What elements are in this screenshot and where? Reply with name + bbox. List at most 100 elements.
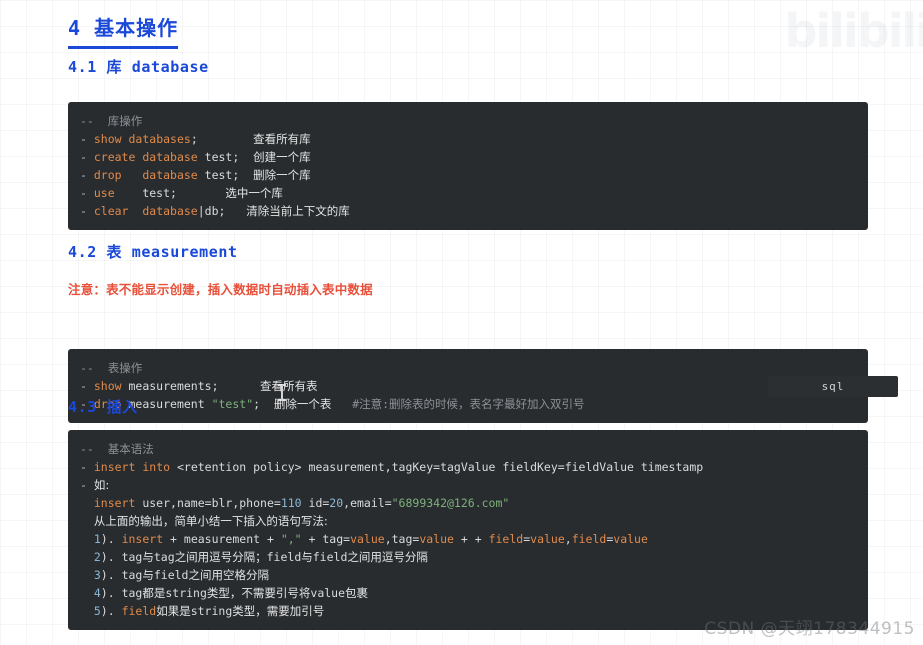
code-token-kw: field xyxy=(571,532,607,546)
code-token-kw: create xyxy=(93,150,136,164)
code-token-str: "6899342@126.com" xyxy=(391,496,510,510)
code-token-kw: field xyxy=(121,604,157,618)
code-line: 5). field如果是string类型，需要加引号 xyxy=(68,602,868,620)
code-token-han: 之间用逗号分隔 xyxy=(347,550,428,564)
code-token-idx: 3 xyxy=(93,568,101,582)
code-token-plain: ). tag xyxy=(100,568,143,582)
code-line: 1). insert + measurement + "," + tag=val… xyxy=(68,530,868,548)
code-token-dash: - xyxy=(80,204,94,218)
code-token-han: 查看所有表 xyxy=(260,379,318,393)
code-token-kw: insert xyxy=(93,496,136,510)
code-token-han: 类型，不需要引号将 xyxy=(206,586,311,600)
page-title-wrapper: 4 基本操作 xyxy=(68,0,868,49)
code-token-plain: test; xyxy=(197,168,254,182)
code-token-plain: + measurement + xyxy=(163,532,281,546)
code-line: 2). tag与tag之间用逗号分隔；field与field之间用逗号分隔 xyxy=(68,548,868,566)
code-token-han: 创建一个库 xyxy=(253,150,311,164)
code-token-cmt: -- 库操作 xyxy=(80,114,143,128)
code-token-kw: value xyxy=(530,532,565,546)
code-token-plain: test; xyxy=(197,150,254,164)
code-line: - show databases; 查看所有库 xyxy=(68,130,868,148)
code-token-plain: + + xyxy=(453,532,489,546)
code-token-plain: ,email= xyxy=(343,496,392,510)
code-line: - drop database test; 删除一个库 xyxy=(68,166,868,184)
code-token-plain: ). tag xyxy=(100,550,143,564)
code-token-plain: measurements; xyxy=(121,379,261,393)
code-token-han: 与 xyxy=(142,550,154,564)
code-token-kw: show xyxy=(93,132,122,146)
code-token-num: 20 xyxy=(329,496,344,510)
code-token-plain: |db; xyxy=(197,204,247,218)
sql-language-tag[interactable]: sql xyxy=(768,376,898,397)
page-title: 4 基本操作 xyxy=(68,0,179,49)
code-token-dash: - xyxy=(80,478,94,492)
code-token-plain: + tag= xyxy=(301,532,351,546)
code-token-han: 如: xyxy=(93,478,110,492)
code-line: insert user,name=blr,phone=110 id=20,ema… xyxy=(68,494,868,512)
code-line: -- 基本语法 xyxy=(68,440,868,458)
code-line: -- 库操作 xyxy=(68,112,868,130)
code-token-plain: value xyxy=(310,586,346,600)
code-token-dash: - xyxy=(80,460,94,474)
code-line: - show measurements; 查看所有表 xyxy=(68,377,868,395)
section-4.1: 4.1 库 database -- 库操作 - show databases; 查看… xyxy=(68,56,868,230)
code-token-plain: field xyxy=(266,550,302,564)
code-line: 从上面的输出，简单小结一下插入的语句写法: xyxy=(68,512,868,530)
code-token-idx: 1 xyxy=(93,532,101,546)
code-token-plain: ; xyxy=(190,132,254,146)
code-line: - create database test; 创建一个库 xyxy=(68,148,868,166)
code-token-kw: value xyxy=(613,532,648,546)
code-token-plain: tag xyxy=(153,550,175,564)
code-token-kw: value xyxy=(350,532,385,546)
code-token-dash: - xyxy=(80,150,94,164)
code-line: 4). tag都是string类型，不需要引号将value包裹 xyxy=(68,584,868,602)
code-token-kw: into xyxy=(142,460,171,474)
code-block-4.3[interactable]: -- 基本语法 - insert into <retention policy> … xyxy=(68,430,868,630)
code-token-han: 查看所有库 xyxy=(253,132,311,146)
code-token-han: 从上面的输出，简单小结一下插入的语句写法: xyxy=(93,514,328,528)
code-token-plain: id= xyxy=(301,496,330,510)
code-token-kw: use xyxy=(93,186,115,200)
code-token-han: 选中一个库 xyxy=(225,186,283,200)
code-line: - use test; 选中一个库 xyxy=(68,184,868,202)
section-4.3: 4.3 插入 -- 基本语法 - insert into <retention po… xyxy=(68,396,868,630)
document-content: 4 基本操作 4.1 库 database -- 库操作 - show databa… xyxy=(68,0,868,630)
code-token-plain: string xyxy=(190,604,233,618)
code-line: - 如: xyxy=(68,476,868,494)
code-token-kw: database xyxy=(142,150,198,164)
code-token-idx: 2 xyxy=(93,550,101,564)
code-token-han: 删除一个库 xyxy=(253,168,311,182)
code-token-cmt: -- 表操作 xyxy=(80,361,143,375)
code-token-han: 与 xyxy=(142,568,154,582)
code-block-4.1[interactable]: -- 库操作 - show databases; 查看所有库 - create da… xyxy=(68,102,868,230)
code-token-han: 与 xyxy=(301,550,313,564)
code-token-kw: field xyxy=(488,532,524,546)
code-token-plain: field xyxy=(312,550,348,564)
code-token-num: 110 xyxy=(280,496,302,510)
code-line: - insert into <retention policy> measure… xyxy=(68,458,868,476)
code-token-kw: value xyxy=(419,532,454,546)
code-token-dash: - xyxy=(80,379,94,393)
code-token-idx: 4 xyxy=(93,586,101,600)
code-token-kw: databases xyxy=(128,132,191,146)
code-token-plain: ). xyxy=(100,604,122,618)
section-heading-4.3: 4.3 插入 xyxy=(68,398,138,416)
code-token-dash: - xyxy=(80,132,94,146)
code-token-han: 之间用逗号分隔； xyxy=(174,550,267,564)
code-token-kw: database xyxy=(142,204,198,218)
code-token-han: 如果是 xyxy=(156,604,191,618)
code-token-kw: drop xyxy=(93,168,122,182)
code-token-kw: insert xyxy=(93,460,136,474)
section-heading-4.1: 4.1 库 database xyxy=(68,58,209,76)
code-token-plain: string xyxy=(165,586,207,600)
code-line: - clear database|db; 清除当前上下文的库 xyxy=(68,202,868,220)
